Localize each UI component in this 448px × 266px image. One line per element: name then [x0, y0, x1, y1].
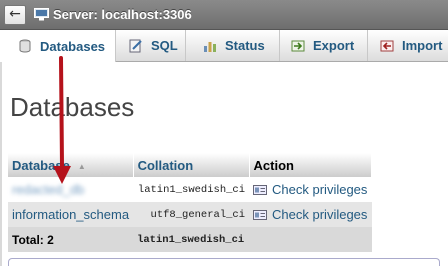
total-row: Total: 2 latin1_swedish_ci: [8, 227, 372, 252]
database-link-redacted[interactable]: redacted_db: [12, 182, 84, 197]
column-header-collation[interactable]: Collation: [133, 153, 250, 177]
column-header-database[interactable]: Database ▲: [8, 153, 134, 177]
tab-status[interactable]: Status: [186, 30, 280, 61]
total-collation: latin1_swedish_ci: [133, 227, 250, 252]
check-privileges-link[interactable]: Check privileges: [272, 207, 367, 222]
left-panel-edge: [0, 62, 2, 266]
table-row: information_schema utf8_general_ci Check…: [8, 202, 372, 227]
back-arrow-icon: ←: [9, 6, 21, 22]
bottom-panel: [8, 258, 440, 266]
database-icon: [19, 39, 31, 53]
export-icon: [291, 40, 305, 51]
column-label: Database: [12, 157, 70, 173]
column-label: Action: [253, 157, 294, 173]
page-title: Databases: [10, 92, 135, 122]
sort-ascending-icon[interactable]: ▲: [78, 162, 86, 171]
check-privileges-link[interactable]: Check privileges: [272, 182, 367, 197]
total-action-cell: [249, 227, 372, 252]
action-cell: Check privileges: [249, 202, 372, 227]
database-cell[interactable]: redacted_db: [8, 177, 134, 202]
tab-label: Import: [402, 38, 443, 53]
column-label: Collation: [137, 157, 194, 173]
tab-label: SQL: [151, 38, 178, 53]
import-icon: [380, 40, 394, 51]
total-label: Total: 2: [8, 227, 134, 252]
server-topbar: ← Server: localhost:3306: [0, 0, 448, 30]
collation-cell: utf8_general_ci: [133, 202, 250, 227]
collation-cell: latin1_swedish_ci: [133, 177, 250, 202]
tab-export[interactable]: Export: [280, 30, 368, 61]
action-cell: Check privileges: [249, 177, 372, 202]
database-cell[interactable]: information_schema: [8, 202, 134, 227]
tab-databases[interactable]: Databases: [0, 30, 116, 62]
tab-label: Databases: [40, 38, 106, 54]
tab-label: Export: [313, 38, 355, 53]
database-link[interactable]: information_schema: [12, 207, 129, 222]
column-header-action: Action: [249, 153, 373, 177]
table-row: redacted_db latin1_swedish_ci Check priv…: [8, 177, 372, 202]
sql-icon: [129, 39, 142, 52]
server-breadcrumb[interactable]: Server: localhost:3306: [53, 7, 192, 22]
status-chart-icon: [204, 41, 216, 52]
back-button[interactable]: ←: [4, 5, 26, 25]
server-icon: [34, 8, 49, 21]
main-tab-bar: Databases SQL Status Export Import: [0, 30, 448, 62]
check-privileges-icon[interactable]: [253, 185, 268, 195]
check-privileges-icon[interactable]: [253, 210, 268, 220]
tab-import[interactable]: Import: [368, 30, 448, 61]
tab-sql[interactable]: SQL: [116, 30, 186, 61]
tab-label: Status: [225, 38, 265, 53]
databases-table: Database ▲ Collation Action redacted_db l…: [8, 153, 373, 252]
